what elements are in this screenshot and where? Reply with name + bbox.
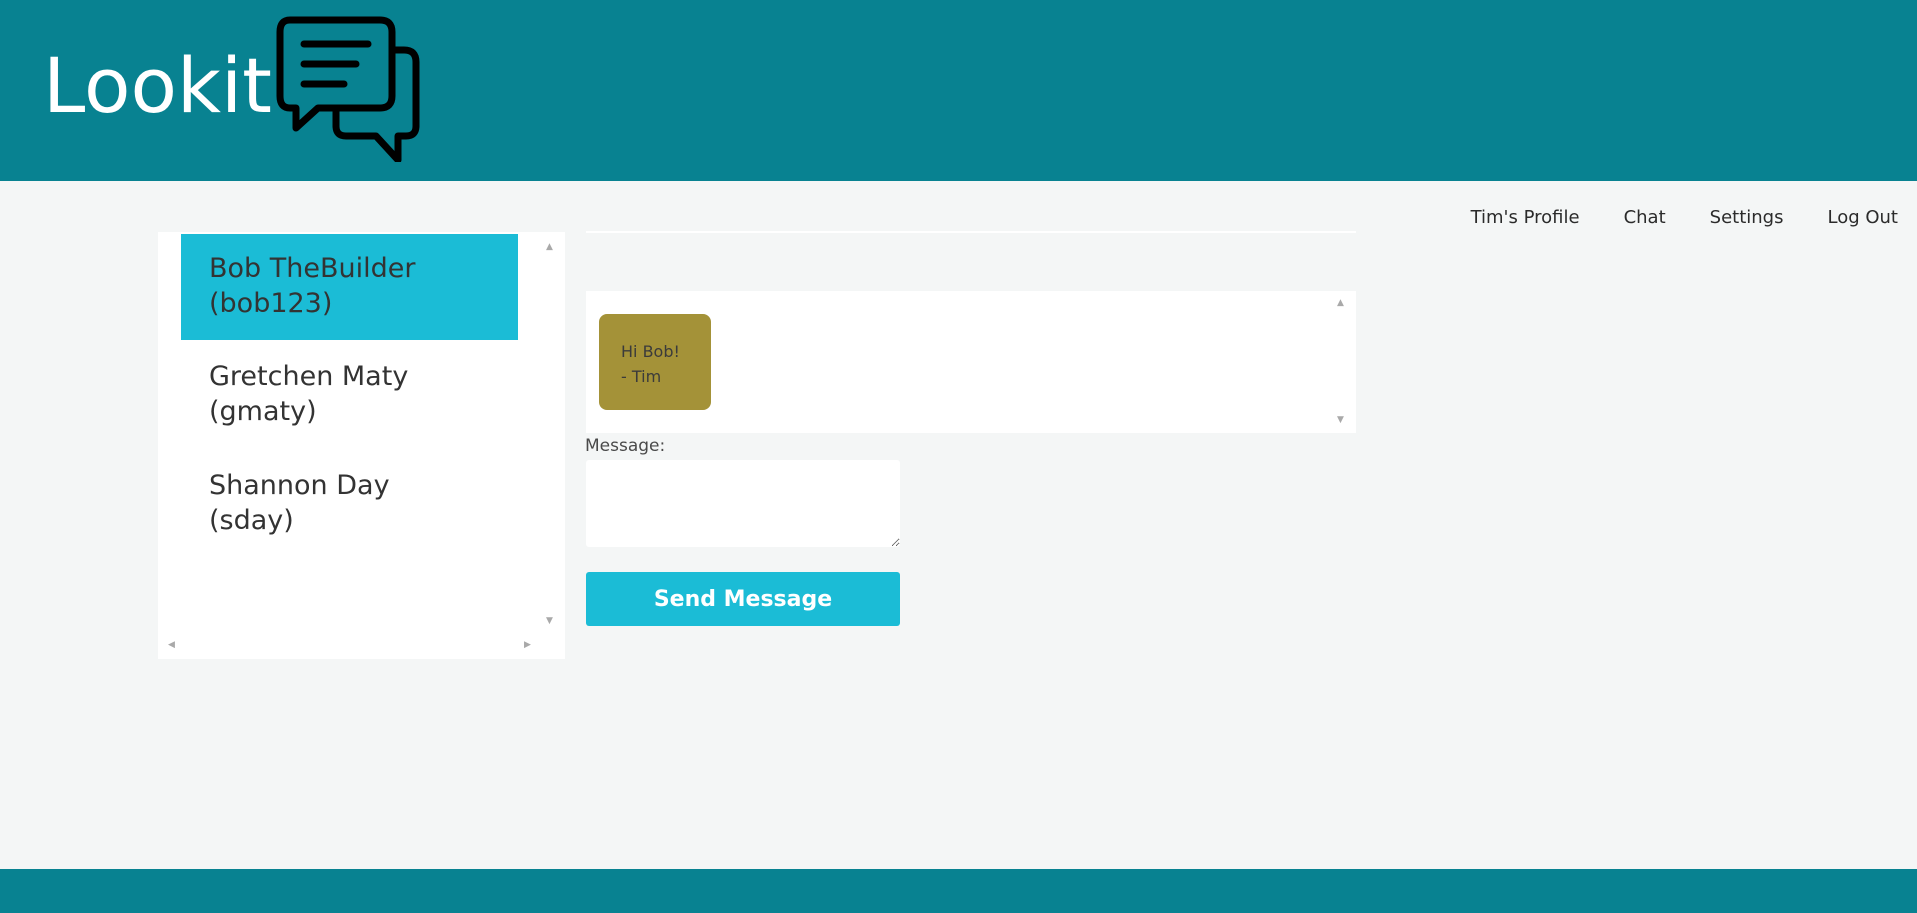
nav-logout-link[interactable]: Log Out — [1783, 205, 1898, 231]
scroll-left-arrow-icon[interactable]: ◀ — [168, 640, 175, 650]
contact-username: (gmaty) — [209, 396, 317, 427]
contact-item-bob[interactable]: Bob TheBuilder (bob123) — [181, 234, 518, 340]
message-history[interactable]: Hi Bob! - Tim ▲ ▼ — [586, 291, 1356, 433]
message-input[interactable] — [586, 460, 900, 547]
app-header: Lookit — [0, 0, 1917, 181]
app-footer — [0, 869, 1917, 913]
scroll-right-arrow-icon[interactable]: ▶ — [524, 640, 531, 650]
contact-username: (bob123) — [209, 288, 333, 319]
contact-list[interactable]: Bob TheBuilder (bob123) Gretchen Maty (g… — [158, 232, 565, 659]
contact-username: (sday) — [209, 505, 294, 536]
chat-header-divider — [586, 231, 1356, 233]
top-nav: Tim's Profile Chat Settings Log Out — [1427, 205, 1898, 231]
send-message-button[interactable]: Send Message — [586, 572, 900, 626]
app-logo-text: Lookit — [43, 41, 272, 130]
contact-item-shannon[interactable]: Shannon Day (sday) — [181, 451, 518, 557]
contact-item-gretchen[interactable]: Gretchen Maty (gmaty) — [181, 342, 518, 448]
message-label: Message: — [585, 436, 666, 456]
contact-name: Gretchen Maty — [209, 361, 409, 392]
contact-name: Shannon Day — [209, 470, 390, 501]
chat-bubbles-icon — [276, 16, 420, 162]
scroll-up-arrow-icon[interactable]: ▲ — [1337, 298, 1344, 308]
scroll-up-arrow-icon[interactable]: ▲ — [546, 242, 553, 252]
message-bubble: Hi Bob! - Tim — [599, 314, 711, 410]
scroll-down-arrow-icon[interactable]: ▼ — [546, 616, 553, 626]
nav-chat-link[interactable]: Chat — [1580, 205, 1666, 231]
scroll-down-arrow-icon[interactable]: ▼ — [1337, 415, 1344, 425]
message-signature: - Tim — [621, 367, 662, 386]
message-text: Hi Bob! — [621, 342, 680, 361]
nav-profile-link[interactable]: Tim's Profile — [1427, 205, 1580, 231]
nav-settings-link[interactable]: Settings — [1666, 205, 1784, 231]
contact-name: Bob TheBuilder — [209, 253, 416, 284]
